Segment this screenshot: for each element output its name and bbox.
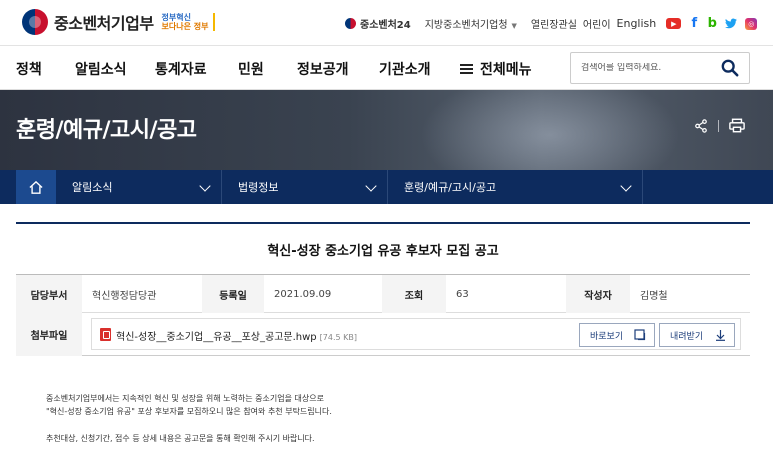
attachment-file-link[interactable]: 혁신-성장__중소기업__유공__포상_공고문.hwp [74.5 KB]	[116, 328, 357, 343]
location-dropdown-news[interactable]: 알림소식	[56, 170, 222, 204]
author-label: 작성자	[566, 275, 630, 313]
mss24-link[interactable]: 중소벤처24	[345, 16, 411, 31]
views-label: 조회	[382, 275, 446, 313]
site-logo[interactable]: 중소벤처기업부 정부혁신 보다나은 정부	[22, 9, 215, 35]
chevron-down-icon	[365, 180, 377, 192]
regional-office-dropdown[interactable]: 지방중소벤처기업청 ▼	[425, 16, 517, 31]
location-dropdown-notices[interactable]: 훈령/예규/고시/공고	[388, 170, 643, 204]
share-icon[interactable]	[694, 118, 708, 133]
attachment-row: 첨부파일 혁신-성장__중소기업__유공__포상_공고문.hwp [74.5 KB…	[16, 313, 750, 356]
location-bar: 알림소식 법령정보 훈령/예규/고시/공고	[0, 170, 773, 204]
body-paragraph: "혁신-성장 중소기업 유공" 포상 후보자를 모집하오니 많은 참여와 추천 …	[46, 407, 332, 416]
chevron-down-icon	[620, 180, 632, 192]
nav-item-statistics[interactable]: 통계자료	[155, 59, 207, 79]
logo-text: 중소벤처기업부	[54, 14, 154, 33]
hamburger-icon	[460, 64, 473, 74]
download-button[interactable]: 내려받기	[659, 323, 735, 347]
all-menu-button[interactable]: 전체메뉴	[460, 59, 532, 79]
blog-icon[interactable]: b	[707, 16, 717, 31]
mss24-icon	[345, 18, 356, 29]
banner-tools	[694, 118, 745, 133]
hwp-file-icon	[100, 328, 111, 341]
sns-links: ▶ f b ◎	[666, 16, 758, 31]
chevron-down-icon	[199, 180, 211, 192]
author-value: 김명철	[640, 290, 668, 302]
attach-label: 첨부파일	[16, 313, 82, 356]
body-paragraph: 추천대상, 신청기간, 접수 등 상세 내용은 공고문을 통해 확인해 주시기 …	[46, 434, 315, 443]
article-title: 혁신-성장 중소기업 유공 후보자 모집 공고	[267, 244, 499, 259]
body-paragraph: 중소벤처기업부에서는 지속적인 혁신 및 성장을 위해 노력하는 중소기업을 대…	[46, 394, 324, 403]
page-banner: 훈령/예규/고시/공고	[0, 90, 773, 170]
nav-item-news[interactable]: 알림소식	[75, 59, 127, 79]
preview-window-icon	[634, 329, 646, 341]
download-icon	[716, 330, 725, 341]
kids-link[interactable]: 어린이	[583, 16, 611, 31]
article-top-line	[16, 222, 750, 224]
search-input[interactable]	[581, 63, 721, 73]
tool-divider	[718, 119, 719, 132]
youtube-icon[interactable]: ▶	[666, 18, 682, 29]
home-button[interactable]	[16, 170, 56, 204]
open-office-link[interactable]: 열린장관실	[531, 16, 577, 31]
search-icon[interactable]	[721, 59, 739, 77]
nav-item-about[interactable]: 기관소개	[379, 59, 431, 79]
gov-innovation-logo: 정부혁신 보다나은 정부	[162, 13, 215, 31]
home-icon	[29, 180, 43, 194]
file-size: [74.5 KB]	[319, 333, 357, 342]
taegeuk-emblem-icon	[22, 9, 48, 35]
views-value: 63	[456, 288, 469, 300]
date-label: 등록일	[202, 275, 264, 313]
info-row: 담당부서 혁신행정담당관 등록일 2021.09.09 조회 63 작성자 김명…	[16, 275, 750, 313]
search-box	[570, 52, 750, 84]
english-link[interactable]: English	[617, 17, 657, 30]
caret-down-icon: ▼	[511, 22, 517, 30]
article-body: 중소벤처기업부에서는 지속적인 혁신 및 성장을 위해 노력하는 중소기업을 대…	[46, 392, 332, 445]
dept-value: 혁신행정담당관	[92, 290, 157, 302]
nav-item-policy[interactable]: 정책	[16, 59, 42, 79]
preview-button[interactable]: 바로보기	[579, 323, 655, 347]
date-value: 2021.09.09	[274, 288, 332, 300]
dept-label: 담당부서	[16, 275, 82, 313]
twitter-icon[interactable]	[725, 18, 738, 29]
instagram-icon[interactable]: ◎	[745, 17, 758, 30]
print-icon[interactable]	[729, 118, 745, 133]
page-title: 훈령/예규/고시/공고	[16, 118, 197, 143]
nav-item-info-disclosure[interactable]: 정보공개	[297, 59, 349, 79]
utility-links: 중소벤처24 지방중소벤처기업청 ▼ 열린장관실 어린이 English ▶ f …	[345, 16, 758, 31]
facebook-icon[interactable]: f	[689, 16, 699, 31]
top-bar: 중소벤처기업부 정부혁신 보다나은 정부 중소벤처24 지방중소벤처기업청 ▼ 열…	[0, 0, 773, 46]
article-info-table: 담당부서 혁신행정담당관 등록일 2021.09.09 조회 63 작성자 김명…	[16, 274, 750, 356]
nav-item-civil-petition[interactable]: 민원	[238, 59, 264, 79]
location-dropdown-laws[interactable]: 법령정보	[222, 170, 388, 204]
attachment-item: 혁신-성장__중소기업__유공__포상_공고문.hwp [74.5 KB] 바로보…	[91, 318, 741, 350]
